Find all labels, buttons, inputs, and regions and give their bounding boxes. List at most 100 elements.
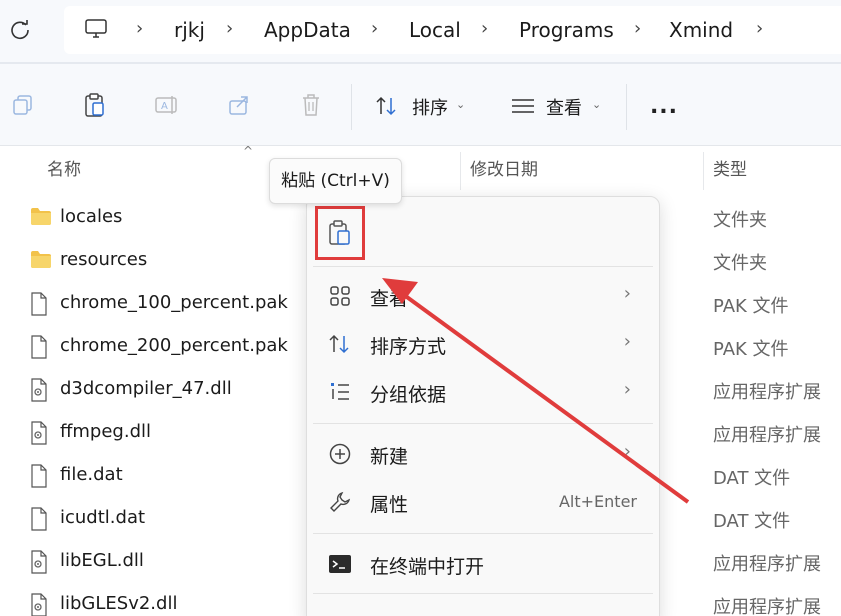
rename-icon: A bbox=[155, 96, 177, 114]
sort-icon bbox=[327, 331, 353, 357]
sort-button[interactable]: 排序 ⌄ bbox=[372, 84, 472, 128]
paste-tooltip: 粘贴 (Ctrl+V) bbox=[269, 158, 402, 204]
menu-item-view[interactable]: 查看 › bbox=[313, 273, 653, 317]
menu-item-properties[interactable]: 属性 Alt+Enter bbox=[313, 479, 653, 523]
dll-file-icon bbox=[30, 593, 52, 616]
file-type: PAK 文件 bbox=[713, 339, 789, 360]
file-type: DAT 文件 bbox=[713, 468, 791, 489]
breadcrumb-item[interactable]: Xmind bbox=[669, 18, 733, 42]
breadcrumb-item[interactable]: Programs bbox=[519, 18, 614, 42]
svg-text:A: A bbox=[161, 101, 168, 112]
chevron-right-icon: › bbox=[623, 379, 631, 400]
chevron-right-icon[interactable]: › bbox=[136, 18, 143, 39]
menu-item-new[interactable]: 新建 › bbox=[313, 431, 653, 475]
file-type: 应用程序扩展 bbox=[713, 554, 821, 575]
menu-item-label: 属性 bbox=[370, 494, 409, 516]
menu-quick-actions bbox=[307, 197, 659, 265]
breadcrumb-item[interactable]: AppData bbox=[264, 18, 351, 42]
chevron-right-icon[interactable]: › bbox=[756, 18, 763, 39]
file-name: resources bbox=[60, 249, 148, 270]
trash-icon bbox=[303, 94, 319, 116]
more-icon: ... bbox=[649, 93, 679, 119]
file-type: 文件夹 bbox=[713, 210, 767, 231]
view-button[interactable]: 查看 ⌄ bbox=[508, 84, 608, 128]
chevron-right-icon[interactable]: › bbox=[371, 18, 378, 39]
file-name: icudtl.dat bbox=[60, 507, 146, 528]
paste-icon bbox=[85, 93, 104, 117]
column-header-type[interactable]: 类型 bbox=[713, 148, 747, 192]
menu-item-label: 排序方式 bbox=[370, 336, 447, 358]
copy-icon bbox=[13, 95, 32, 115]
column-header-modified[interactable]: 修改日期 bbox=[470, 148, 538, 192]
file-type: 应用程序扩展 bbox=[713, 382, 821, 403]
dll-file-icon bbox=[30, 378, 52, 402]
menu-divider bbox=[313, 533, 653, 534]
paste-icon bbox=[329, 220, 350, 245]
chevron-down-icon: ⌄ bbox=[592, 98, 602, 111]
view-label: 查看 bbox=[546, 98, 582, 119]
file-name: file.dat bbox=[60, 464, 123, 485]
chevron-down-icon: ⌄ bbox=[456, 98, 466, 111]
divider bbox=[626, 84, 627, 130]
file-icon bbox=[30, 464, 52, 488]
sort-ascending-icon: ^ bbox=[243, 144, 254, 158]
file-icon bbox=[30, 292, 52, 316]
computer-icon[interactable] bbox=[84, 18, 108, 44]
breadcrumb-item[interactable]: Local bbox=[409, 18, 461, 42]
menu-item-label: 在终端中打开 bbox=[370, 556, 485, 578]
menu-item-label: 分组依据 bbox=[370, 384, 447, 406]
delete-button[interactable] bbox=[296, 90, 326, 120]
file-name: chrome_100_percent.pak bbox=[60, 292, 288, 313]
menu-item-shortcut: Alt+Enter bbox=[558, 492, 637, 511]
menu-paste-button[interactable] bbox=[315, 206, 365, 260]
menu-item-label: 新建 bbox=[370, 446, 409, 468]
file-icon bbox=[30, 335, 52, 359]
folder-icon bbox=[30, 206, 52, 230]
file-icon bbox=[30, 507, 52, 531]
breadcrumb-item[interactable]: rjkj bbox=[174, 18, 205, 42]
view-icon bbox=[512, 99, 534, 113]
terminal-icon bbox=[327, 551, 353, 577]
divider bbox=[351, 84, 352, 130]
file-type: 应用程序扩展 bbox=[713, 425, 821, 446]
menu-item-group-by[interactable]: 分组依据 › bbox=[313, 369, 653, 413]
copy-button[interactable] bbox=[8, 90, 38, 120]
grid-icon bbox=[327, 283, 353, 309]
menu-divider bbox=[313, 266, 653, 267]
add-circle-icon bbox=[327, 441, 353, 467]
column-divider[interactable] bbox=[460, 152, 461, 190]
file-name: locales bbox=[60, 206, 123, 227]
menu-divider bbox=[313, 423, 653, 424]
wrench-icon bbox=[327, 489, 353, 515]
file-type: DAT 文件 bbox=[713, 511, 791, 532]
folder-icon bbox=[30, 249, 52, 273]
more-options-button[interactable]: ... bbox=[642, 86, 686, 126]
column-divider[interactable] bbox=[703, 152, 704, 190]
breadcrumb[interactable]: › rjkj › AppData › Local › Programs › Xm… bbox=[64, 6, 841, 54]
file-type: 应用程序扩展 bbox=[713, 597, 821, 616]
column-header-name[interactable]: 名称 bbox=[47, 148, 81, 192]
dll-file-icon bbox=[30, 550, 52, 574]
file-name: libGLESv2.dll bbox=[60, 593, 178, 614]
menu-item-sort-by[interactable]: 排序方式 › bbox=[313, 321, 653, 365]
chevron-right-icon: › bbox=[623, 441, 631, 462]
paste-button[interactable] bbox=[80, 90, 110, 120]
chevron-right-icon[interactable]: › bbox=[226, 18, 233, 39]
command-bar: A 排序 ⌄ 查看 ⌄ ... bbox=[0, 64, 841, 146]
menu-item-open-in-terminal[interactable]: 在终端中打开 bbox=[313, 541, 653, 585]
menu-item-label: 查看 bbox=[370, 288, 409, 310]
share-icon bbox=[229, 96, 248, 115]
file-name: d3dcompiler_47.dll bbox=[60, 378, 232, 399]
chevron-right-icon[interactable]: › bbox=[481, 18, 488, 39]
dll-file-icon bbox=[30, 421, 52, 445]
group-list-icon bbox=[327, 379, 353, 405]
refresh-button[interactable] bbox=[6, 16, 34, 44]
chevron-right-icon[interactable]: › bbox=[634, 18, 641, 39]
file-name: libEGL.dll bbox=[60, 550, 144, 571]
refresh-icon bbox=[11, 20, 29, 40]
rename-button[interactable]: A bbox=[152, 90, 182, 120]
share-button[interactable] bbox=[224, 90, 254, 120]
context-menu: 查看 › 排序方式 › 分组依据 › 新建 › 属性 Alt+Enter 在终端… bbox=[306, 196, 660, 616]
address-bar-area: › rjkj › AppData › Local › Programs › Xm… bbox=[0, 0, 841, 62]
file-name: ffmpeg.dll bbox=[60, 421, 152, 442]
